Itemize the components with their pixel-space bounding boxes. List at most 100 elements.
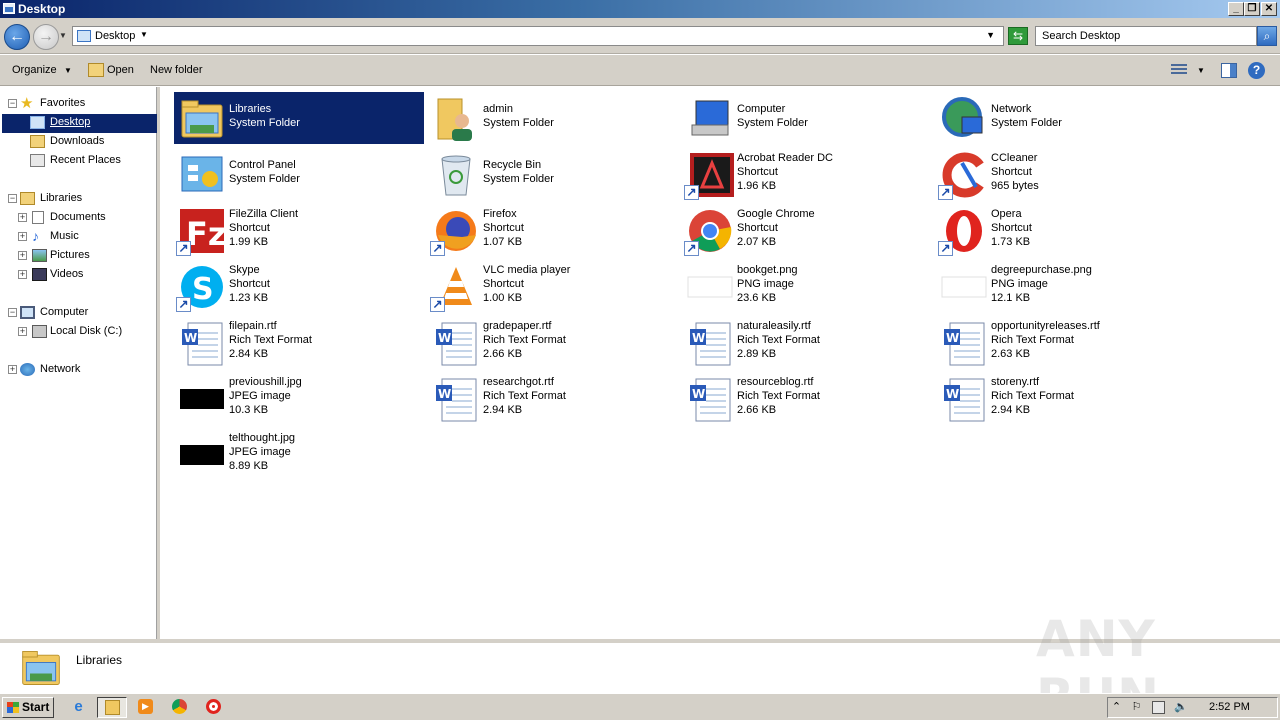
taskbar-media-player[interactable]: ▶: [131, 697, 161, 718]
start-button[interactable]: Start: [2, 697, 54, 718]
refresh-button[interactable]: ⇆: [1008, 27, 1028, 45]
file-item-skype[interactable]: S ↗ Skype Shortcut 1.23 KB: [174, 260, 424, 312]
forward-button[interactable]: →: [33, 24, 59, 50]
rtf-document-icon: W: [436, 322, 477, 366]
user-folder-icon: [437, 98, 472, 141]
file-item-previoushill-jpg[interactable]: previoushill.jpg JPEG image 10.3 KB: [174, 372, 424, 424]
file-item-recycle-bin[interactable]: Recycle Bin System Folder: [428, 148, 678, 200]
open-button[interactable]: Open: [107, 64, 134, 76]
help-icon[interactable]: ?: [1248, 62, 1265, 79]
shortcut-arrow-icon: ↗: [176, 297, 191, 312]
back-button[interactable]: ←: [4, 24, 30, 50]
file-item-chrome[interactable]: ↗ Google Chrome Shortcut 2.07 KB: [682, 204, 932, 256]
expand-icon[interactable]: +: [8, 365, 17, 374]
collapse-icon[interactable]: −: [8, 99, 17, 108]
file-item-storeny-rtf[interactable]: W storeny.rtf Rich Text Format 2.94 KB: [936, 372, 1186, 424]
file-item-ccleaner[interactable]: ↗ CCleaner Shortcut 965 bytes: [936, 148, 1186, 200]
file-item-opera[interactable]: ↗ Opera Shortcut 1.73 KB: [936, 204, 1186, 256]
file-item-researchgot-rtf[interactable]: W researchgot.rtf Rich Text Format 2.94 …: [428, 372, 678, 424]
file-type: Shortcut: [229, 222, 270, 234]
collapse-icon[interactable]: −: [8, 194, 17, 203]
organize-dropdown-icon[interactable]: ▼: [64, 66, 72, 75]
new-folder-button[interactable]: New folder: [150, 64, 203, 76]
expand-icon[interactable]: +: [18, 327, 27, 336]
nav-favorites[interactable]: − ★ Favorites: [0, 95, 150, 113]
minimize-button[interactable]: _: [1228, 2, 1244, 16]
file-size: 2.94 KB: [483, 404, 523, 416]
file-item-filezilla[interactable]: Fz ↗ FileZilla Client Shortcut 1.99 KB: [174, 204, 424, 256]
preview-pane-icon[interactable]: [1221, 63, 1237, 78]
nav-videos[interactable]: + Videos: [0, 266, 150, 284]
nav-local-disk[interactable]: + Local Disk (C:): [0, 323, 150, 341]
nav-label: Computer: [40, 306, 89, 318]
file-type: System Folder: [737, 117, 808, 129]
file-item-firefox[interactable]: ↗ Firefox Shortcut 1.07 KB: [428, 204, 678, 256]
network-status-icon[interactable]: [1152, 701, 1165, 714]
file-type: System Folder: [991, 117, 1062, 129]
file-type: System Folder: [229, 173, 300, 185]
recent-pages-dropdown[interactable]: ▼: [59, 31, 67, 40]
file-size: 1.99 KB: [229, 236, 269, 248]
crumb-arrow-icon[interactable]: ▼: [140, 30, 148, 39]
change-view-icon[interactable]: [1171, 64, 1187, 77]
view-options-dropdown-icon[interactable]: ▼: [1197, 66, 1205, 75]
window-title-bar[interactable]: Desktop _ ❐ ✕: [0, 0, 1280, 18]
nav-computer[interactable]: − Computer: [0, 304, 150, 322]
file-size: 2.89 KB: [737, 348, 777, 360]
taskbar-opera[interactable]: [199, 697, 229, 718]
file-item-resourceblog-rtf[interactable]: W resourceblog.rtf Rich Text Format 2.66…: [682, 372, 932, 424]
file-item-telthought-jpg[interactable]: telthought.jpg JPEG image 8.89 KB: [174, 428, 424, 480]
file-item-admin[interactable]: admin System Folder: [428, 92, 678, 144]
file-size: 1.23 KB: [229, 292, 269, 304]
file-item-computer[interactable]: Computer System Folder: [682, 92, 932, 144]
taskbar-chrome[interactable]: [165, 697, 195, 718]
file-item-acrobat[interactable]: ↗ Acrobat Reader DC Shortcut 1.96 KB: [682, 148, 932, 200]
address-field[interactable]: Desktop ▼ ▼: [72, 26, 1004, 46]
expand-icon[interactable]: +: [18, 232, 27, 241]
volume-icon[interactable]: 🔈: [1174, 701, 1188, 714]
file-item-opportunityreleases-rtf[interactable]: W opportunityreleases.rtf Rich Text Form…: [936, 316, 1186, 368]
address-crumb-desktop[interactable]: Desktop: [95, 30, 135, 42]
close-button[interactable]: ✕: [1261, 2, 1277, 16]
file-item-vlc[interactable]: ↗ VLC media player Shortcut 1.00 KB: [428, 260, 678, 312]
nav-music[interactable]: + ♪ Music: [0, 228, 150, 246]
file-item-gradepaper-rtf[interactable]: W gradepaper.rtf Rich Text Format 2.66 K…: [428, 316, 678, 368]
file-item-bookget-png[interactable]: bookget.png PNG image 23.6 KB: [682, 260, 932, 312]
shortcut-arrow-icon: ↗: [938, 185, 953, 200]
nav-pictures[interactable]: + Pictures: [0, 247, 150, 265]
nav-recent-places[interactable]: Recent Places: [0, 152, 150, 170]
expand-icon[interactable]: +: [18, 270, 27, 279]
svg-text:Fz: Fz: [186, 215, 226, 253]
file-item-network[interactable]: Network System Folder: [936, 92, 1186, 144]
file-item-naturaleasily-rtf[interactable]: W naturaleasily.rtf Rich Text Format 2.8…: [682, 316, 932, 368]
nav-label: Network: [40, 363, 81, 375]
action-center-flag-icon[interactable]: ⚐: [1130, 701, 1143, 714]
taskbar-explorer[interactable]: [97, 697, 127, 718]
collapse-icon[interactable]: −: [8, 308, 17, 317]
expand-icon[interactable]: +: [18, 251, 27, 260]
file-item-libraries[interactable]: Libraries System Folder: [174, 92, 424, 144]
file-name: previoushill.jpg: [229, 376, 302, 388]
nav-libraries[interactable]: − Libraries: [0, 190, 150, 208]
file-item-filepain-rtf[interactable]: W filepain.rtf Rich Text Format 2.84 KB: [174, 316, 424, 368]
show-hidden-icons-icon[interactable]: ⌃: [1110, 701, 1123, 714]
file-name: Control Panel: [229, 159, 296, 171]
file-name: degreepurchase.png: [991, 264, 1092, 276]
taskbar-internet-explorer[interactable]: e: [64, 697, 94, 718]
search-input[interactable]: Search Desktop: [1035, 26, 1257, 46]
file-item-degreepurchase-png[interactable]: degreepurchase.png PNG image 12.1 KB: [936, 260, 1186, 312]
file-item-control-panel[interactable]: Control Panel System Folder: [174, 148, 424, 200]
file-name: filepain.rtf: [229, 320, 277, 332]
organize-button[interactable]: Organize: [12, 64, 57, 76]
address-history-dropdown[interactable]: ▼: [986, 30, 995, 40]
svg-text:W: W: [184, 331, 197, 345]
search-icon[interactable]: ⌕: [1257, 26, 1277, 46]
expand-icon[interactable]: +: [18, 213, 27, 222]
file-type: Rich Text Format: [229, 334, 312, 346]
nav-network[interactable]: + Network: [0, 361, 150, 379]
clock[interactable]: 2:52 PM: [1209, 701, 1250, 713]
restore-button[interactable]: ❐: [1244, 2, 1260, 16]
nav-documents[interactable]: + Documents: [0, 209, 150, 227]
nav-desktop[interactable]: Desktop: [0, 114, 155, 132]
nav-downloads[interactable]: Downloads: [0, 133, 150, 151]
